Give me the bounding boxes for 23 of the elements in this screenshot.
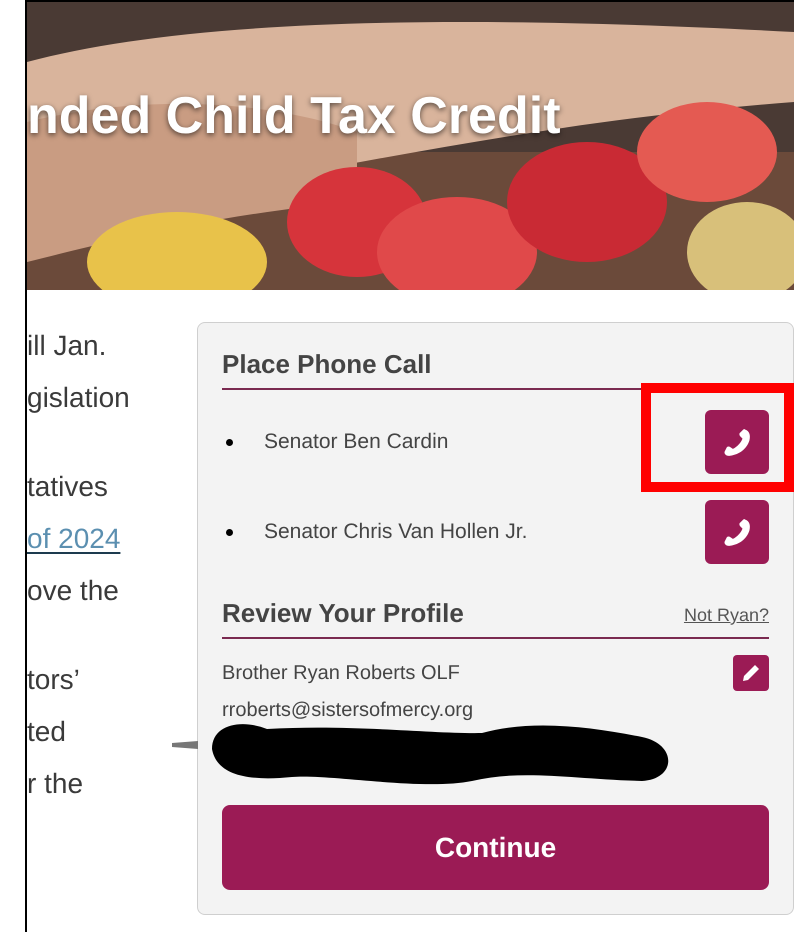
section-heading: Place Phone Call (222, 349, 432, 379)
article-text: gislation (27, 381, 130, 415)
bullet-icon (226, 528, 233, 536)
section-heading: Review Your Profile (222, 597, 464, 630)
senator-name: Senator Chris Van Hollen Jr. (264, 519, 528, 546)
pencil-icon (740, 662, 762, 684)
profile-email: rroberts@sistersofmercy.org (222, 699, 474, 721)
article-text: ted (27, 715, 66, 749)
continue-button[interactable]: Continue (222, 805, 769, 890)
phone-call-button[interactable] (705, 410, 769, 474)
article-text: tatives (27, 470, 108, 504)
article-link[interactable]: of 2024 (27, 518, 120, 560)
article-text: r the (27, 767, 84, 801)
phone-call-button[interactable] (705, 500, 769, 564)
article-text: ove the (27, 574, 119, 608)
article-text: ill Jan. (27, 329, 106, 363)
article-text: tors’ (27, 663, 80, 697)
senator-name: Senator Ben Cardin (264, 429, 448, 456)
bullet-icon (226, 438, 233, 446)
edit-button[interactable] (733, 655, 769, 691)
profile-name: Brother Ryan Roberts OLF (222, 661, 460, 686)
banner-title: nded Child Tax Credit (27, 86, 561, 147)
not-you-link[interactable]: Not Ryan? (684, 602, 769, 629)
